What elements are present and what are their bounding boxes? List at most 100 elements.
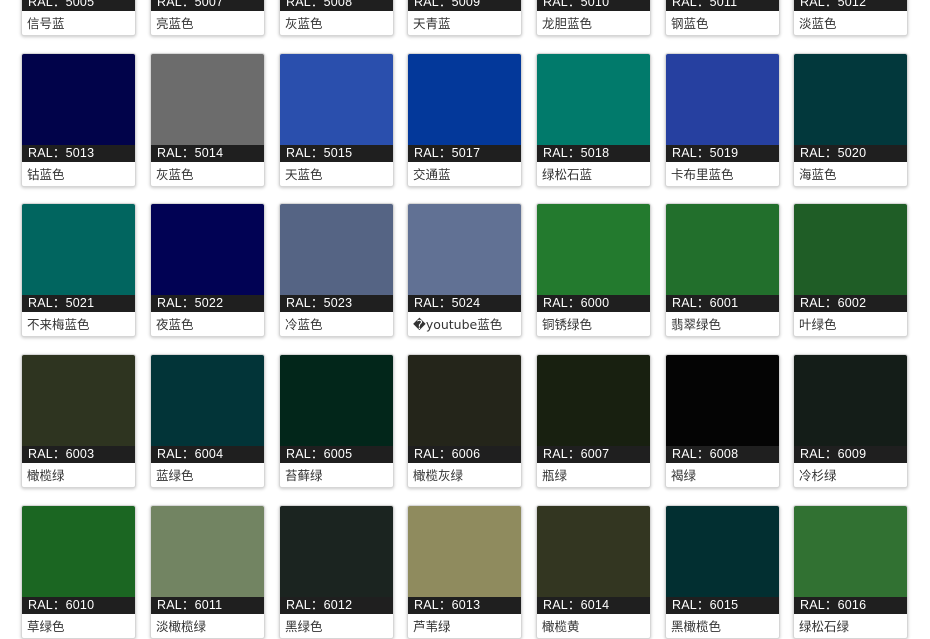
- color-swatch: [22, 204, 135, 295]
- color-card[interactable]: RAL：6005 苔藓绿: [279, 354, 394, 488]
- color-swatch: [537, 204, 650, 295]
- color-name-label: 亮蓝色: [156, 16, 194, 31]
- color-name-label: �youtube蓝色: [413, 317, 503, 332]
- color-name-label: 交通蓝: [413, 167, 451, 182]
- color-swatch: [151, 204, 264, 295]
- ral-code-label: RAL：6004: [151, 446, 264, 463]
- color-card[interactable]: RAL：5017 交通蓝: [407, 53, 522, 187]
- color-name-label: 苔藓绿: [285, 468, 323, 483]
- color-name-label: 橄榄黄: [542, 619, 580, 634]
- color-name-label: 瓶绿: [542, 468, 568, 483]
- color-swatch: [151, 54, 264, 145]
- color-swatch: [280, 54, 393, 145]
- ral-code-label: RAL：5019: [666, 145, 779, 162]
- color-card[interactable]: RAL：6008 褐绿: [665, 354, 780, 488]
- color-name-label: 信号蓝: [27, 16, 65, 31]
- color-name-label: 钴蓝色: [27, 167, 65, 182]
- color-card[interactable]: RAL：5007 亮蓝色: [150, 0, 265, 36]
- ral-code-label: RAL：5012: [794, 0, 907, 11]
- color-swatch-grid: RAL：5005 信号蓝 RAL：5007 亮蓝色 RAL：5008 灰蓝色 RAL：500…: [0, 0, 930, 639]
- color-card[interactable]: RAL：5015 天蓝色: [279, 53, 394, 187]
- color-card[interactable]: RAL：5023 冷蓝色: [279, 203, 394, 337]
- color-name-label: 草绿色: [27, 619, 65, 634]
- color-swatch: [537, 506, 650, 597]
- color-name-label: 绿松石蓝: [542, 167, 593, 182]
- color-card[interactable]: RAL：5011 钢蓝色: [665, 0, 780, 36]
- color-card[interactable]: RAL：5022 夜蓝色: [150, 203, 265, 337]
- color-card[interactable]: RAL：6001 翡翠绿色: [665, 203, 780, 337]
- color-swatch: [537, 355, 650, 446]
- color-swatch: [408, 355, 521, 446]
- color-name-label: 黑橄榄色: [671, 619, 722, 634]
- color-card[interactable]: RAL：5012 淡蓝色: [793, 0, 908, 36]
- color-swatch: [280, 355, 393, 446]
- color-swatch: [794, 204, 907, 295]
- color-name-label: 钢蓝色: [671, 16, 709, 31]
- color-card[interactable]: RAL：6010 草绿色: [21, 505, 136, 639]
- color-card[interactable]: RAL：5005 信号蓝: [21, 0, 136, 36]
- ral-code-label: RAL：6001: [666, 295, 779, 312]
- color-card[interactable]: RAL：6009 冷杉绿: [793, 354, 908, 488]
- color-name-label: 褐绿: [671, 468, 697, 483]
- color-swatch: [280, 204, 393, 295]
- color-card[interactable]: RAL：5021 不来梅蓝色: [21, 203, 136, 337]
- color-card[interactable]: RAL：6003 橄榄绿: [21, 354, 136, 488]
- color-name-label: 冷杉绿: [799, 468, 837, 483]
- color-card[interactable]: RAL：6013 芦苇绿: [407, 505, 522, 639]
- ral-code-label: RAL：6007: [537, 446, 650, 463]
- color-card[interactable]: RAL：6000 铜锈绿色: [536, 203, 651, 337]
- color-card[interactable]: RAL：5008 灰蓝色: [279, 0, 394, 36]
- color-swatch: [151, 355, 264, 446]
- color-swatch: [537, 54, 650, 145]
- color-card[interactable]: RAL：6016 绿松石绿: [793, 505, 908, 639]
- color-card[interactable]: RAL：5010 龙胆蓝色: [536, 0, 651, 36]
- color-name-label: 黑绿色: [285, 619, 323, 634]
- color-swatch: [280, 506, 393, 597]
- color-card[interactable]: RAL：5020 海蓝色: [793, 53, 908, 187]
- color-card[interactable]: RAL：5018 绿松石蓝: [536, 53, 651, 187]
- color-card[interactable]: RAL：6011 淡橄榄绿: [150, 505, 265, 639]
- color-swatch: [22, 54, 135, 145]
- color-card[interactable]: RAL：6006 橄榄灰绿: [407, 354, 522, 488]
- ral-code-label: RAL：5022: [151, 295, 264, 312]
- ral-code-label: RAL：6002: [794, 295, 907, 312]
- ral-code-label: RAL：5013: [22, 145, 135, 162]
- ral-code-label: RAL：5024: [408, 295, 521, 312]
- ral-code-label: RAL：6012: [280, 597, 393, 614]
- color-name-label: 橄榄绿: [27, 468, 65, 483]
- color-card[interactable]: RAL：6002 叶绿色: [793, 203, 908, 337]
- ral-code-label: RAL：6009: [794, 446, 907, 463]
- ral-code-label: RAL：6003: [22, 446, 135, 463]
- color-card[interactable]: RAL：6007 瓶绿: [536, 354, 651, 488]
- color-card[interactable]: RAL：5024 �youtube蓝色: [407, 203, 522, 337]
- color-name-label: 灰蓝色: [285, 16, 323, 31]
- ral-code-label: RAL：5007: [151, 0, 264, 11]
- color-swatch: [151, 506, 264, 597]
- color-name-label: 灰蓝色: [156, 167, 194, 182]
- color-card[interactable]: RAL：6004 蓝绿色: [150, 354, 265, 488]
- color-card[interactable]: RAL：6015 黑橄榄色: [665, 505, 780, 639]
- ral-code-label: RAL：5008: [280, 0, 393, 11]
- color-name-label: 冷蓝色: [285, 317, 323, 332]
- color-swatch: [666, 355, 779, 446]
- color-card[interactable]: RAL：5014 灰蓝色: [150, 53, 265, 187]
- ral-code-label: RAL：6011: [151, 597, 264, 614]
- ral-code-label: RAL：6013: [408, 597, 521, 614]
- color-card[interactable]: RAL：5019 卡布里蓝色: [665, 53, 780, 187]
- color-swatch: [794, 506, 907, 597]
- color-card[interactable]: RAL：5009 天青蓝: [407, 0, 522, 36]
- color-card[interactable]: RAL：6012 黑绿色: [279, 505, 394, 639]
- color-swatch: [408, 506, 521, 597]
- ral-code-label: RAL：5015: [280, 145, 393, 162]
- color-swatch: [666, 204, 779, 295]
- color-card[interactable]: RAL：5013 钴蓝色: [21, 53, 136, 187]
- color-name-label: 夜蓝色: [156, 317, 194, 332]
- ral-code-label: RAL：6000: [537, 295, 650, 312]
- ral-code-label: RAL：6016: [794, 597, 907, 614]
- color-swatch: [666, 54, 779, 145]
- color-swatch: [22, 506, 135, 597]
- color-card[interactable]: RAL：6014 橄榄黄: [536, 505, 651, 639]
- ral-code-label: RAL：5014: [151, 145, 264, 162]
- color-swatch: [408, 204, 521, 295]
- color-name-label: 卡布里蓝色: [671, 167, 734, 182]
